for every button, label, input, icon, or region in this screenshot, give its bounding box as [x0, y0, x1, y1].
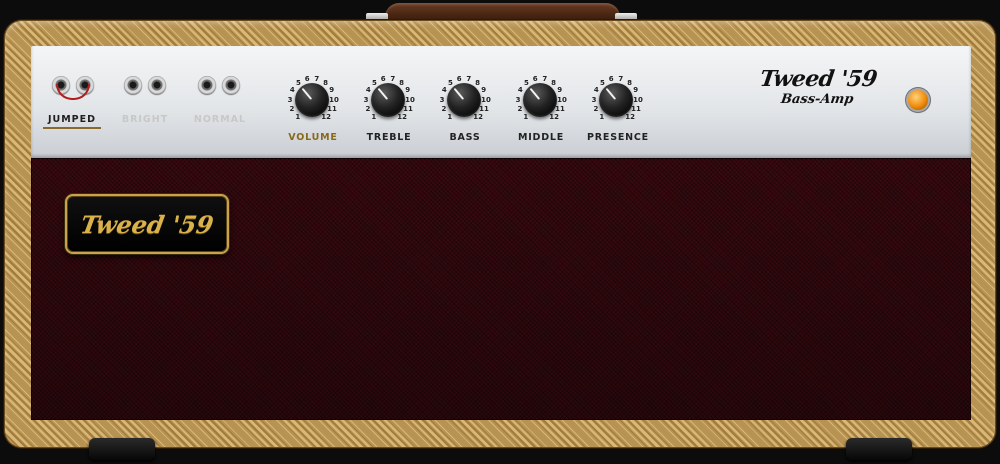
- foot-left: [89, 438, 155, 460]
- scale-number: 3: [591, 95, 597, 104]
- scale-number: 10: [481, 95, 491, 104]
- jumped-input-jacks[interactable]: [52, 76, 102, 100]
- amp-head: JUMPED BRIGHT NORMAL 1 2 3 4 5 6 7 8 9 10 11 12 123…: [0, 0, 1000, 464]
- scale-number: 9: [557, 86, 563, 95]
- scale-number: 6: [608, 74, 614, 83]
- scale-number: 10: [557, 95, 567, 104]
- badge-logo: Tweed '59: [78, 210, 216, 239]
- knob-pointer: [377, 87, 389, 100]
- scale-number: 9: [633, 86, 639, 95]
- scale-number: 3: [439, 95, 445, 104]
- knob-cap[interactable]: [447, 83, 481, 117]
- scale-number: 3: [363, 95, 369, 104]
- knob-label-bass: BASS: [449, 132, 481, 143]
- knob-cap[interactable]: [295, 83, 329, 117]
- scale-number: 3: [515, 95, 521, 104]
- scale-number: 12: [321, 112, 332, 121]
- scale-number: 10: [329, 95, 339, 104]
- scale-number: 12: [473, 112, 484, 121]
- presence-knob[interactable]: 1 2 3 4 5 6 7 8 9 10 11 12: [584, 68, 654, 130]
- channel-label-normal[interactable]: NORMAL: [175, 114, 265, 125]
- knob-cap[interactable]: [523, 83, 557, 117]
- scale-number: 1: [447, 112, 453, 121]
- selected-channel-indicator: [43, 127, 101, 129]
- foot-right: [846, 438, 912, 460]
- treble-knob[interactable]: 1 2 3 4 5 6 7 8 9 10 11 12: [356, 68, 426, 130]
- scale-number: 10: [633, 95, 643, 104]
- front-badge: Tweed '59: [65, 194, 229, 254]
- input-jack-1[interactable]: [198, 76, 216, 94]
- knob-pointer: [529, 87, 541, 100]
- scale-number: 6: [532, 74, 538, 83]
- bass-knob[interactable]: 1 2 3 4 5 6 7 8 9 10 11 12: [432, 68, 502, 130]
- scale-number: 1: [599, 112, 605, 121]
- normal-input-jacks[interactable]: [198, 76, 248, 96]
- knob-pointer: [453, 87, 465, 100]
- knob-label-middle: MIDDLE: [517, 132, 565, 143]
- scale-number: 10: [405, 95, 415, 104]
- volume-knob[interactable]: 1 2 3 4 5 6 7 8 9 10 11 12: [280, 68, 350, 130]
- scale-number: 9: [405, 86, 411, 95]
- brand-logo: Tweed '59: [758, 66, 879, 92]
- scale-number: 1: [523, 112, 529, 121]
- scale-number: 12: [549, 112, 560, 121]
- scale-number: 1: [371, 112, 377, 121]
- input-jack-2[interactable]: [148, 76, 166, 94]
- knob-label-treble: TREBLE: [366, 132, 412, 143]
- bright-input-jacks[interactable]: [124, 76, 174, 96]
- scale-number: 3: [287, 95, 293, 104]
- input-jack-2[interactable]: [222, 76, 240, 94]
- scale-number: 1: [295, 112, 301, 121]
- model-name: Bass-Amp: [779, 92, 855, 107]
- scale-number: 9: [329, 86, 335, 95]
- knob-cap[interactable]: [371, 83, 405, 117]
- knob-label-volume: VOLUME: [288, 132, 338, 143]
- scale-number: 9: [481, 86, 487, 95]
- scale-number: 12: [625, 112, 636, 121]
- scale-number: 6: [456, 74, 462, 83]
- knob-label-presence: PRESENCE: [587, 132, 649, 143]
- middle-knob[interactable]: 1 2 3 4 5 6 7 8 9 10 11 12: [508, 68, 578, 130]
- scale-number: 12: [397, 112, 408, 121]
- pilot-lamp: [908, 90, 928, 110]
- knob-pointer: [301, 87, 313, 100]
- scale-number: 6: [380, 74, 386, 83]
- input-jack-1[interactable]: [124, 76, 142, 94]
- scale-number: 6: [304, 74, 310, 83]
- knob-cap[interactable]: [599, 83, 633, 117]
- knob-pointer: [605, 87, 617, 100]
